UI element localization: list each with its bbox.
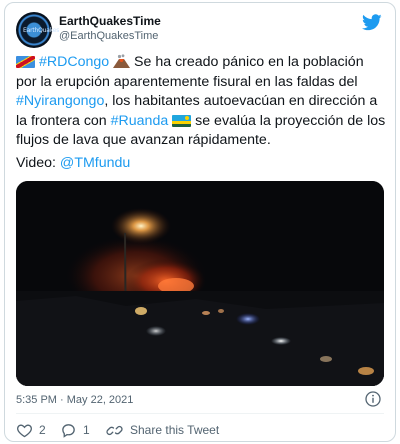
share-button[interactable]: Share this Tweet (106, 422, 219, 439)
volcano-icon (113, 54, 131, 68)
twitter-bird-icon[interactable] (362, 14, 382, 31)
drc-flag-icon (16, 56, 35, 68)
share-label: Share this Tweet (130, 423, 220, 437)
tweet-text: #RDCongo Se ha creado pánico en la pobla… (16, 53, 388, 151)
like-count: 2 (39, 423, 46, 437)
hashtag-rdcongo[interactable]: #RDCongo (39, 54, 109, 70)
video-player[interactable] (16, 181, 384, 386)
author-handle[interactable]: @EarthQuakesTime (59, 30, 158, 42)
hashtag-ruanda[interactable]: #Ruanda (111, 113, 169, 129)
avatar[interactable]: EarthQuakes (16, 12, 59, 48)
tweet-card[interactable]: EarthQuakes EarthQuakesTime @EarthQuakes… (4, 2, 396, 442)
hashtag-nyiragongo[interactable]: #Nyirangongo (16, 93, 104, 109)
reply-button[interactable]: 1 (60, 422, 106, 439)
reply-bubble-icon (62, 423, 75, 438)
heart-icon (17, 424, 32, 437)
avatar-logo-text: EarthQuakes (23, 27, 60, 34)
tweet-actions: 2 1 Share this Tweet (16, 421, 219, 439)
author-display-name[interactable]: EarthQuakesTime (59, 14, 161, 28)
rwanda-flag-icon (172, 114, 192, 127)
tweet-timestamp[interactable]: 5:35 PM · May 22, 2021 (16, 394, 133, 406)
like-button[interactable]: 2 (16, 422, 60, 439)
mention-tmfundu[interactable]: @TMfundu (60, 155, 130, 171)
video-credit-prefix: Video: (16, 155, 60, 171)
video-frame (16, 181, 384, 386)
video-credit: Video: @TMfundu (16, 155, 130, 171)
reply-count: 1 (83, 423, 90, 437)
actions-divider (16, 413, 384, 414)
share-icon (106, 425, 123, 435)
info-icon[interactable] (365, 391, 381, 407)
